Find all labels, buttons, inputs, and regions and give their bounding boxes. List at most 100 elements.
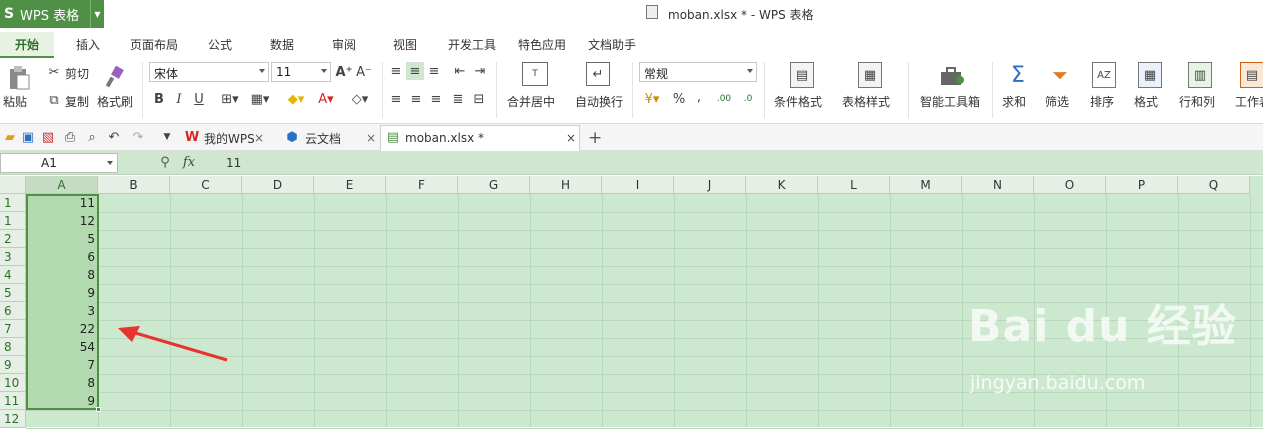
cell-a9[interactable]: 54 xyxy=(27,338,98,356)
align-left-icon[interactable]: ≡ xyxy=(388,90,404,108)
merge-center-icon[interactable]: T xyxy=(522,62,548,86)
column-header-o[interactable]: O xyxy=(1034,176,1106,194)
comma-button[interactable]: , xyxy=(693,88,705,106)
font-name-select[interactable]: 宋体 xyxy=(149,62,269,82)
row-header[interactable]: 12 xyxy=(0,410,26,428)
align-center-icon[interactable]: ≡ xyxy=(408,90,424,108)
filter-icon[interactable]: ⏷ xyxy=(1048,62,1072,88)
clear-format-icon[interactable]: ◇▾ xyxy=(346,90,374,108)
copy-icon[interactable]: ⧉ xyxy=(45,92,63,108)
rows-cols-button[interactable]: 行和列 xyxy=(1179,93,1215,110)
smart-toolbox-button[interactable]: 智能工具箱 xyxy=(920,93,980,110)
row-header[interactable]: 6 xyxy=(0,302,26,320)
table-style-icon[interactable]: ▦ xyxy=(858,62,882,88)
cell-a7[interactable]: 3 xyxy=(27,302,98,320)
column-header-q[interactable]: Q xyxy=(1178,176,1250,194)
column-header-j[interactable]: J xyxy=(674,176,746,194)
undo-icon[interactable]: ↶ xyxy=(106,129,122,145)
cell-a10[interactable]: 7 xyxy=(27,356,98,374)
column-header-a[interactable]: A xyxy=(26,176,98,194)
new-tab-button[interactable]: + xyxy=(588,126,602,150)
print-preview-icon[interactable]: ⌕ xyxy=(84,129,100,145)
format-painter-icon[interactable] xyxy=(104,64,126,90)
format-icon[interactable]: ▦ xyxy=(1138,62,1162,88)
column-header-m[interactable]: M xyxy=(890,176,962,194)
cell-style-icon[interactable]: ▦▾ xyxy=(246,90,274,108)
currency-icon[interactable]: ¥▾ xyxy=(641,90,663,108)
column-header-n[interactable]: N xyxy=(962,176,1034,194)
redo-icon[interactable]: ↷ xyxy=(130,129,146,145)
bold-icon[interactable]: B xyxy=(152,90,166,108)
tab-data[interactable]: 数据 xyxy=(270,36,294,53)
align-bottom-icon[interactable]: ≡ xyxy=(426,62,442,80)
column-header-f[interactable]: F xyxy=(386,176,458,194)
copy-button[interactable]: 复制 xyxy=(65,93,89,110)
format-button[interactable]: 格式 xyxy=(1134,93,1158,110)
border-icon[interactable]: ⊞▾ xyxy=(216,90,244,108)
sum-button[interactable]: 求和 xyxy=(1002,93,1026,110)
cell-a1[interactable]: 11 xyxy=(27,194,98,212)
toolbox-icon[interactable] xyxy=(938,64,966,88)
italic-icon[interactable]: I xyxy=(172,90,186,108)
cut-button[interactable]: 剪切 xyxy=(65,65,89,82)
tab-doc-assistant[interactable]: 文档助手 xyxy=(588,36,636,53)
cell-a2[interactable]: 12 xyxy=(27,212,98,230)
font-size-select[interactable]: 11 xyxy=(271,62,331,82)
column-header-h[interactable]: H xyxy=(530,176,602,194)
decrease-font-icon[interactable]: A⁻ xyxy=(356,62,372,82)
cell-a12[interactable]: 9 xyxy=(27,392,98,410)
tab-my-wps[interactable]: 我的WPS xyxy=(204,126,255,150)
align-middle-icon[interactable]: ≡ xyxy=(406,62,424,80)
row-header[interactable]: 10 xyxy=(0,374,26,392)
column-header-c[interactable]: C xyxy=(170,176,242,194)
fill-handle[interactable] xyxy=(96,407,101,412)
conditional-format-button[interactable]: 条件格式 xyxy=(774,93,822,110)
tab-home[interactable]: 开始 xyxy=(0,32,54,58)
tab-close-icon[interactable]: × xyxy=(566,126,576,150)
format-painter-button[interactable]: 格式刷 xyxy=(97,93,133,110)
cell-a3[interactable]: 5 xyxy=(27,230,98,248)
tab-review[interactable]: 审阅 xyxy=(332,36,356,53)
row-header[interactable]: 8 xyxy=(0,338,26,356)
indent-increase-icon[interactable]: ⇥ xyxy=(472,62,488,80)
tab-close-icon[interactable]: × xyxy=(366,126,376,150)
column-header-e[interactable]: E xyxy=(314,176,386,194)
worksheet-button[interactable]: 工作表 xyxy=(1235,93,1263,110)
name-box[interactable]: A1 xyxy=(0,153,118,173)
tab-moban-label[interactable]: moban.xlsx * xyxy=(405,126,484,150)
select-all-corner[interactable] xyxy=(0,176,26,194)
column-header-k[interactable]: K xyxy=(746,176,818,194)
scissors-icon[interactable]: ✂ xyxy=(45,64,63,80)
row-header[interactable]: 11 xyxy=(0,392,26,410)
justify-icon[interactable]: ≣ xyxy=(450,90,466,108)
fill-color-icon[interactable]: ◆▾ xyxy=(282,90,310,108)
paste-icon[interactable] xyxy=(6,64,32,92)
filter-button[interactable]: 筛选 xyxy=(1045,93,1069,110)
tab-special[interactable]: 特色应用 xyxy=(518,36,566,53)
table-style-button[interactable]: 表格样式 xyxy=(842,93,890,110)
indent-decrease-icon[interactable]: ⇤ xyxy=(452,62,468,80)
tab-page-layout[interactable]: 页面布局 xyxy=(130,36,178,53)
column-header-b[interactable]: B xyxy=(98,176,170,194)
cell-a4[interactable]: 6 xyxy=(27,248,98,266)
worksheet-icon[interactable]: ▤ xyxy=(1240,62,1263,88)
wrap-text-button[interactable]: 自动换行 xyxy=(575,93,623,110)
tab-developer[interactable]: 开发工具 xyxy=(448,36,496,53)
tab-cloud-docs[interactable]: 云文档 xyxy=(305,126,341,150)
sum-icon[interactable]: Σ xyxy=(1006,62,1030,88)
chevron-down-icon[interactable]: ▼ xyxy=(90,0,104,28)
increase-font-icon[interactable]: A⁺ xyxy=(336,62,353,82)
print-icon[interactable]: ⎙ xyxy=(62,129,78,145)
merge-center-button[interactable]: 合并居中 xyxy=(507,93,555,110)
row-header[interactable]: 5 xyxy=(0,284,26,302)
save-icon[interactable]: ▣ xyxy=(20,129,36,145)
sort-button[interactable]: 排序 xyxy=(1090,93,1114,110)
underline-icon[interactable]: U xyxy=(192,90,206,108)
tab-view[interactable]: 视图 xyxy=(393,36,417,53)
paste-button[interactable]: 粘贴 xyxy=(3,93,27,110)
open-folder-icon[interactable]: ▰ xyxy=(2,129,18,145)
column-header-p[interactable]: P xyxy=(1106,176,1178,194)
app-menu-button[interactable]: S WPS 表格 ▼ xyxy=(0,0,104,28)
formula-input[interactable]: 11 xyxy=(226,156,241,170)
export-pdf-icon[interactable]: ▧ xyxy=(40,129,56,145)
